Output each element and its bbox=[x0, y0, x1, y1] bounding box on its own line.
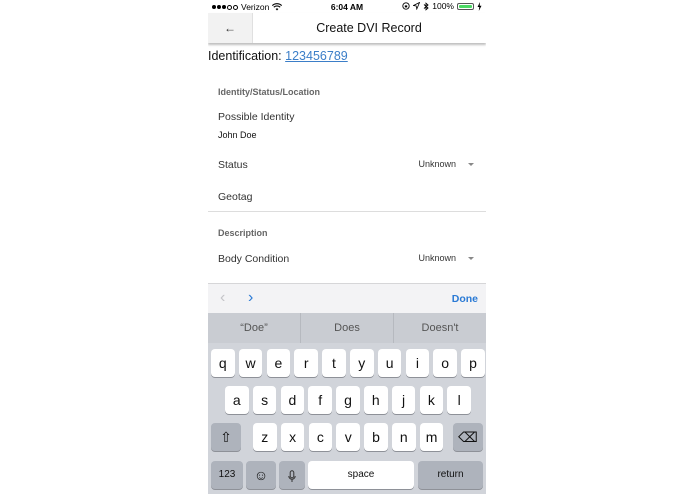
key-q[interactable]: q bbox=[211, 349, 235, 377]
suggestion-2[interactable]: Does bbox=[301, 313, 394, 343]
key-y[interactable]: y bbox=[350, 349, 374, 377]
status-bar: Verizon 6:04 AM 100% bbox=[208, 0, 486, 13]
status-dropdown-value: Unknown bbox=[418, 159, 456, 169]
status-dropdown[interactable]: Unknown bbox=[418, 159, 474, 169]
microphone-icon bbox=[288, 470, 296, 482]
delete-icon: ⌫ bbox=[458, 429, 478, 445]
key-r[interactable]: r bbox=[294, 349, 318, 377]
keyboard-accessory-bar: ‹ › Done bbox=[208, 283, 486, 313]
suggestion-3[interactable]: Doesn't bbox=[394, 313, 486, 343]
delete-key[interactable]: ⌫ bbox=[453, 423, 483, 451]
key-e[interactable]: e bbox=[266, 349, 291, 377]
identification-link[interactable]: 123456789 bbox=[285, 49, 348, 63]
key-h[interactable]: h bbox=[364, 386, 388, 414]
caret-down-icon bbox=[468, 256, 474, 260]
key-m[interactable]: m bbox=[419, 423, 444, 451]
key-l[interactable]: l bbox=[447, 386, 471, 414]
section-divider bbox=[208, 211, 486, 212]
shift-key[interactable]: ⇧ bbox=[211, 423, 241, 451]
key-w[interactable]: w bbox=[238, 349, 263, 377]
possible-identity-label: Possible Identity bbox=[218, 111, 295, 123]
status-right: 100% bbox=[402, 1, 482, 11]
caret-down-icon bbox=[468, 162, 474, 166]
page-title: Create DVI Record bbox=[316, 21, 422, 35]
key-g[interactable]: g bbox=[336, 386, 360, 414]
key-b[interactable]: b bbox=[364, 423, 388, 451]
numbers-key[interactable]: 123 bbox=[211, 461, 243, 489]
emoji-icon: ☺ bbox=[253, 467, 269, 483]
status-label: Status bbox=[218, 159, 248, 171]
space-bar[interactable]: space bbox=[308, 461, 414, 489]
key-z[interactable]: z bbox=[253, 423, 277, 451]
bluetooth-icon bbox=[423, 1, 429, 11]
possible-identity-value: John Doe bbox=[218, 130, 257, 140]
key-o[interactable]: o bbox=[433, 349, 457, 377]
key-a[interactable]: a bbox=[225, 386, 249, 414]
previous-field-chevron-icon[interactable]: ‹ bbox=[220, 288, 225, 308]
key-i[interactable]: i bbox=[405, 349, 430, 377]
key-t[interactable]: t bbox=[322, 349, 346, 377]
back-arrow-icon: ← bbox=[224, 21, 236, 35]
predictive-text-bar: “Doe” Does Doesn't bbox=[208, 313, 486, 343]
charging-icon bbox=[477, 1, 482, 11]
body-condition-dropdown-value: Unknown bbox=[418, 253, 456, 263]
emoji-key[interactable]: ☺ bbox=[246, 461, 276, 489]
dictation-key[interactable] bbox=[279, 461, 305, 489]
keyboard: “Doe” Does Doesn't q w e r t y u i o p a… bbox=[208, 313, 486, 494]
location-icon bbox=[413, 2, 421, 10]
key-x[interactable]: x bbox=[280, 423, 305, 451]
key-v[interactable]: v bbox=[336, 423, 360, 451]
back-button[interactable]: ← bbox=[208, 13, 253, 43]
section-header-identity: Identity/Status/Location bbox=[218, 87, 321, 97]
identification-row: Identification: 123456789 bbox=[208, 49, 348, 63]
key-j[interactable]: j bbox=[391, 386, 416, 414]
body-condition-label: Body Condition bbox=[218, 253, 290, 265]
key-s[interactable]: s bbox=[252, 386, 277, 414]
section-header-description: Description bbox=[218, 228, 268, 238]
shift-icon: ⇧ bbox=[220, 429, 232, 445]
key-u[interactable]: u bbox=[377, 349, 402, 377]
key-d[interactable]: d bbox=[280, 386, 305, 414]
navigation-bar: ← Create DVI Record bbox=[208, 13, 486, 43]
key-n[interactable]: n bbox=[392, 423, 416, 451]
key-p[interactable]: p bbox=[461, 349, 485, 377]
battery-level-fill bbox=[459, 4, 472, 8]
key-f[interactable]: f bbox=[308, 386, 332, 414]
geotag-label: Geotag bbox=[218, 191, 253, 203]
return-key[interactable]: return bbox=[418, 461, 483, 489]
orientation-lock-icon bbox=[402, 2, 410, 10]
battery-icon bbox=[457, 2, 474, 10]
battery-percent: 100% bbox=[432, 1, 454, 11]
body-condition-dropdown[interactable]: Unknown bbox=[418, 253, 474, 263]
done-button[interactable]: Done bbox=[452, 284, 478, 314]
phone-screen: Verizon 6:04 AM 100% ← Create DVI Record… bbox=[208, 0, 486, 494]
identification-label: Identification: bbox=[208, 49, 282, 63]
key-k[interactable]: k bbox=[419, 386, 444, 414]
key-c[interactable]: c bbox=[308, 423, 333, 451]
next-field-chevron-icon[interactable]: › bbox=[248, 288, 253, 308]
suggestion-1[interactable]: “Doe” bbox=[208, 313, 301, 343]
